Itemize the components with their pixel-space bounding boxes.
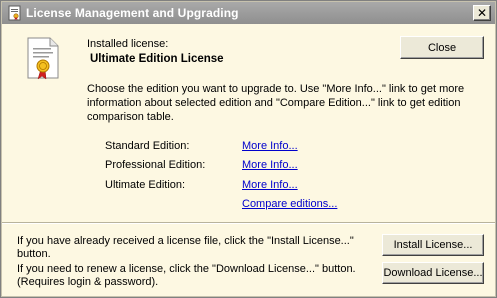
certificate-icon (27, 37, 59, 80)
more-info-link-ultimate[interactable]: More Info... (242, 179, 298, 191)
edition-label-professional: Professional Edition: (105, 159, 206, 171)
dialog-frame: License Management and Upgrading ✕ Insta… (1, 1, 496, 297)
install-license-button[interactable]: Install License... (382, 234, 484, 256)
install-instruction: If you have already received a license f… (17, 235, 354, 260)
window-title: License Management and Upgrading (26, 6, 239, 20)
upgrade-description: Choose the edition you want to upgrade t… (87, 83, 465, 123)
installed-license-label: Installed license: (87, 38, 169, 50)
license-app-icon (8, 5, 21, 21)
title-bar[interactable]: License Management and Upgrading ✕ (2, 2, 495, 24)
main-content: Installed license: Ultimate Edition Lice… (2, 24, 495, 222)
window-close-button[interactable]: ✕ (473, 5, 491, 21)
download-instruction: If you need to renew a license, click th… (17, 263, 356, 288)
more-info-link-professional[interactable]: More Info... (242, 159, 298, 171)
footer-panel: If you have already received a license f… (2, 224, 495, 296)
license-dialog: License Management and Upgrading ✕ Insta… (0, 0, 497, 298)
close-button[interactable]: Close (400, 36, 484, 59)
edition-label-standard: Standard Edition: (105, 140, 190, 152)
edition-label-ultimate: Ultimate Edition: (105, 179, 186, 191)
installed-license-value: Ultimate Edition License (90, 53, 224, 65)
close-icon: ✕ (476, 6, 488, 20)
download-license-button[interactable]: Download License... (382, 262, 484, 284)
compare-editions-link[interactable]: Compare editions... (242, 198, 337, 210)
more-info-link-standard[interactable]: More Info... (242, 140, 298, 152)
